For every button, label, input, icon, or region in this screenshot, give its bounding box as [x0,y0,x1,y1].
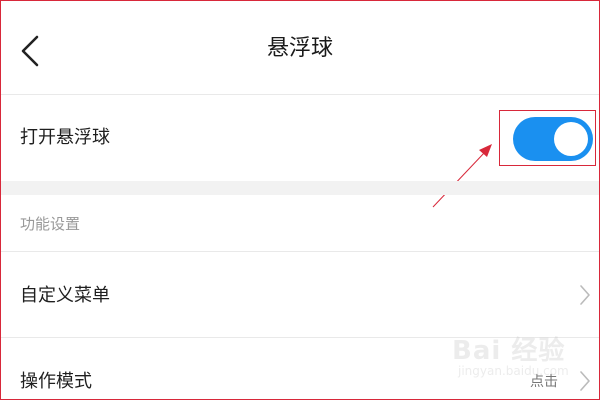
switch-knob [554,122,588,156]
operation-mode-label: 操作模式 [20,371,92,392]
floating-ball-switch[interactable] [513,117,593,161]
page-title: 悬浮球 [266,36,333,61]
section-title: 功能设置 [20,215,81,233]
section-header: 功能设置 [0,195,600,252]
top-bar: 悬浮球 [0,0,600,95]
custom-menu-label: 自定义菜单 [20,285,110,306]
operation-mode-row[interactable]: 操作模式 点击 [0,338,600,400]
floating-ball-toggle-row: 打开悬浮球 [0,95,600,181]
operation-mode-value: 点击 [530,374,558,390]
custom-menu-row[interactable]: 自定义菜单 [0,252,600,338]
chevron-right-icon [580,285,590,305]
chevron-right-icon [580,371,590,391]
toggle-label: 打开悬浮球 [20,127,110,148]
section-divider [0,181,600,195]
